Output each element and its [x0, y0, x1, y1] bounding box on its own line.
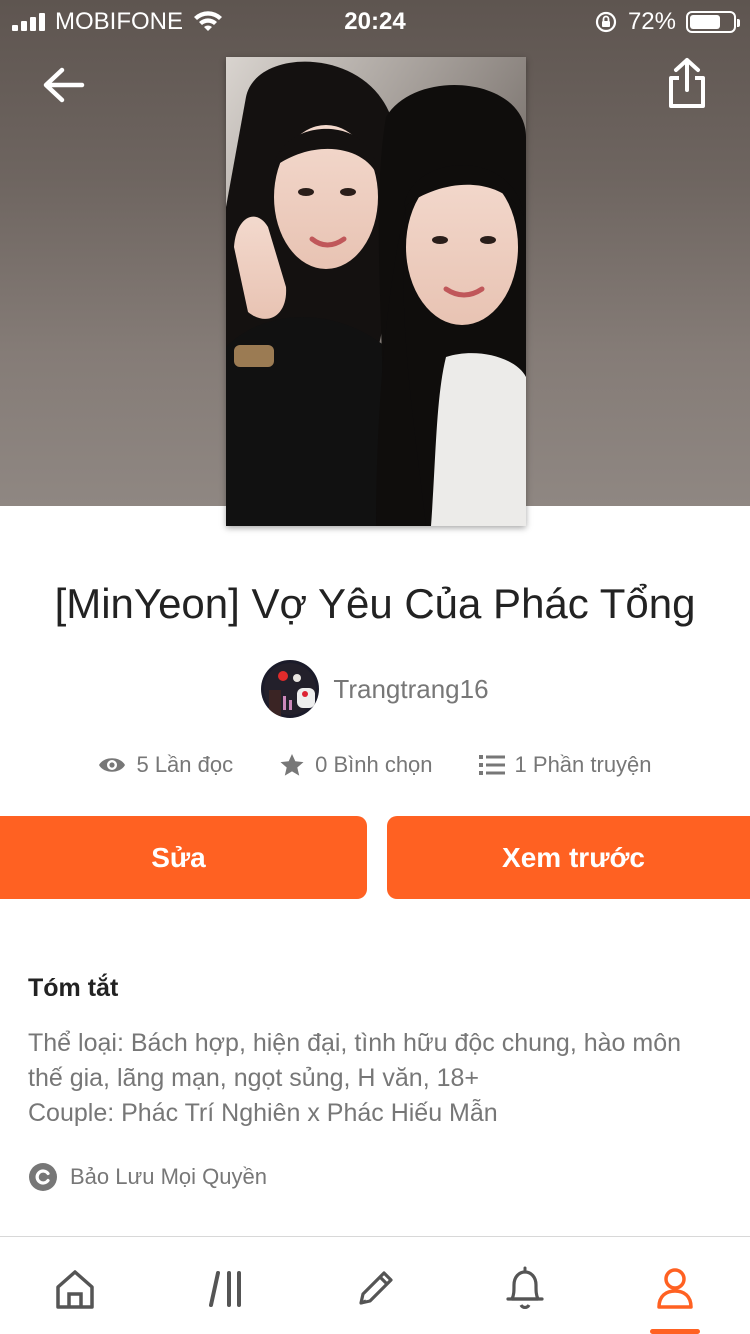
votes-count: 0 Bình chọn	[315, 752, 433, 777]
list-icon	[478, 755, 505, 775]
story-cover-image	[226, 57, 526, 526]
home-icon	[56, 1270, 94, 1309]
edit-button[interactable]: Sửa	[0, 816, 367, 899]
avatar[interactable]	[261, 660, 320, 718]
preview-button[interactable]: Xem trước	[387, 816, 750, 899]
parts-stat: 1 Phần truyện	[478, 752, 652, 778]
share-icon	[669, 58, 705, 108]
write-icon	[359, 1271, 393, 1305]
battery-percent: 72%	[627, 8, 676, 35]
active-tab-indicator	[650, 1329, 700, 1334]
eye-icon	[99, 758, 126, 772]
profile-icon	[657, 1268, 693, 1309]
tab-write[interactable]	[345, 1263, 405, 1315]
parts-count: 1 Phần truyện	[514, 752, 652, 777]
reads-stat: 5 Lần đọc	[98, 752, 233, 778]
tab-profile[interactable]	[645, 1263, 705, 1315]
battery-icon	[686, 11, 740, 33]
author-row[interactable]: Trangtrang16	[0, 660, 750, 718]
share-button[interactable]	[662, 56, 712, 112]
back-button[interactable]	[38, 58, 92, 112]
votes-stat: 0 Bình chọn	[279, 752, 433, 778]
reads-count: 5 Lần đọc	[136, 752, 234, 777]
copyright-label: Bảo Lưu Mọi Quyền	[70, 1164, 267, 1189]
copyright-row: Bảo Lưu Mọi Quyền	[28, 1162, 267, 1192]
tab-notifications[interactable]	[495, 1263, 555, 1315]
tab-library[interactable]	[197, 1263, 257, 1315]
notifications-icon	[506, 1266, 544, 1310]
author-name[interactable]: Trangtrang16	[333, 674, 488, 705]
story-title: [MinYeon] Vợ Yêu Của Phác Tổng	[54, 580, 696, 627]
summary-heading: Tóm tắt	[28, 974, 119, 1002]
status-bar: MOBIFONE 20:24 72%	[0, 0, 750, 40]
star-icon	[280, 754, 304, 776]
bottom-tab-bar	[0, 1236, 750, 1334]
library-icon	[209, 1271, 241, 1307]
arrow-left-icon	[43, 67, 85, 103]
orientation-lock-icon	[595, 11, 617, 33]
summary-text: Thể loại: Bách hợp, hiện đại, tình hữu đ…	[28, 1029, 682, 1127]
copyright-icon	[29, 1163, 57, 1191]
tab-home[interactable]	[45, 1263, 105, 1315]
story-stats: 5 Lần đọc 0 Bình chọn 1 Phần truyện	[0, 752, 750, 778]
